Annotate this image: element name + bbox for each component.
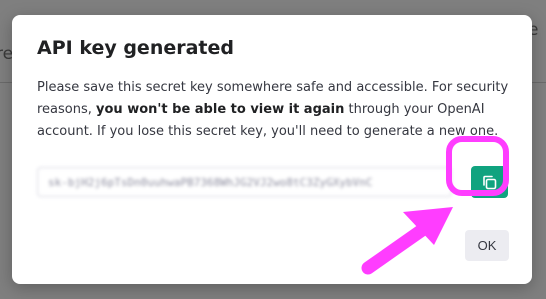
annotation-arrow-icon (361, 207, 453, 275)
